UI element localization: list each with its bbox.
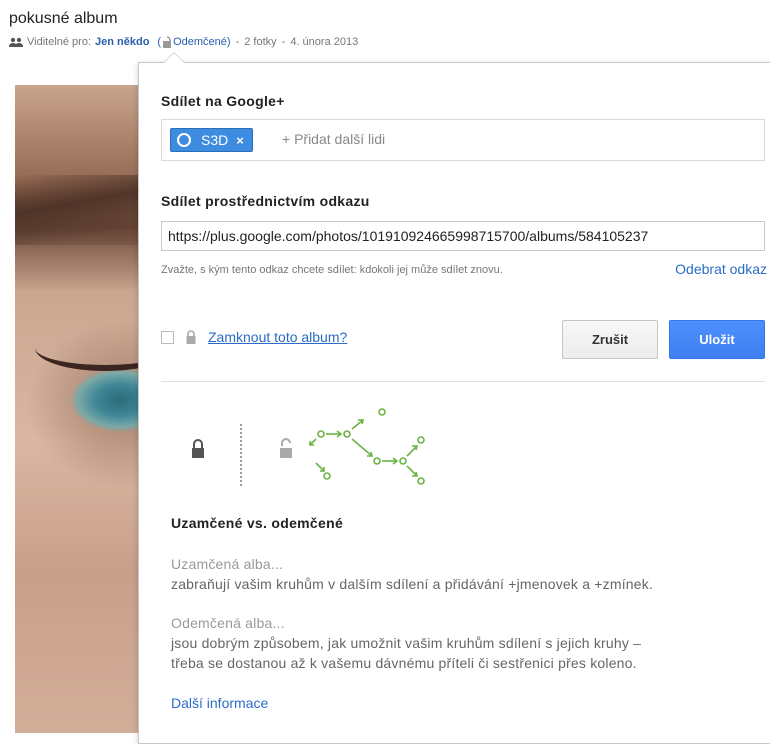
lock-checkbox[interactable] xyxy=(161,330,174,344)
share-link-field[interactable] xyxy=(161,221,765,251)
visible-for-link[interactable]: Jen někdo xyxy=(95,36,149,48)
lock-diagram xyxy=(192,408,425,488)
section-divider xyxy=(161,381,765,382)
visible-for-label: Viditelné pro: xyxy=(27,36,92,48)
link-hint: Zvažte, s kým tento odkaz chcete sdílet:… xyxy=(161,264,503,276)
unlocked-text-line-1: jsou dobrým způsobem, jak umožnit vašim … xyxy=(171,635,642,651)
album-meta: Viditelné pro: Jen někdo ( Odemčené ) - … xyxy=(9,36,358,48)
unlocked-heading: Odemčená alba... xyxy=(171,615,285,631)
photo-count: 2 fotky xyxy=(244,36,277,48)
unlocked-lock-icon xyxy=(280,438,292,458)
lock-icon xyxy=(186,330,196,344)
lock-album-link[interactable]: Zamknout toto album? xyxy=(208,329,347,345)
people-icon xyxy=(9,37,23,47)
album-title: pokusné album xyxy=(9,10,118,27)
locked-description: Uzamčená alba... zabraňují vašim kruhům … xyxy=(171,554,770,594)
add-people-input[interactable] xyxy=(282,131,582,147)
unlocked-text-line-2: třeba se dostanou až k vašemu dávnému př… xyxy=(171,655,637,671)
remove-link-button[interactable]: Odebrat odkaz xyxy=(675,261,767,277)
chip-remove-icon[interactable]: × xyxy=(236,133,244,148)
unlock-icon xyxy=(163,36,172,48)
locked-heading: Uzamčená alba... xyxy=(171,556,284,572)
compare-heading: Uzamčené vs. odemčené xyxy=(171,515,344,531)
unlocked-description: Odemčená alba... jsou dobrým způsobem, j… xyxy=(171,613,770,673)
album-date: 4. února 2013 xyxy=(290,36,359,48)
locked-text: zabraňují vašim kruhům v dalším sdílení … xyxy=(171,576,654,592)
share-heading: Sdílet na Google+ xyxy=(161,93,285,109)
chip-label: S3D xyxy=(201,132,229,148)
locked-lock-icon xyxy=(192,439,204,458)
people-picker[interactable]: S3D × xyxy=(161,119,765,161)
lock-status-link[interactable]: Odemčené xyxy=(173,36,227,48)
separator: - xyxy=(235,36,240,48)
circle-chip[interactable]: S3D × xyxy=(170,128,253,152)
lock-album-row: Zamknout toto album? xyxy=(161,329,347,345)
separator: - xyxy=(281,36,286,48)
sharing-network-icon xyxy=(309,408,425,485)
share-popup: Sdílet na Google+ S3D × Sdílet prostředn… xyxy=(138,52,770,744)
save-button[interactable]: Uložit xyxy=(669,320,765,359)
paren-close: ) xyxy=(226,36,231,48)
popup-caret xyxy=(163,52,185,63)
more-info-link[interactable]: Další informace xyxy=(171,695,268,711)
cancel-button[interactable]: Zrušit xyxy=(562,320,658,359)
paren-open: ( xyxy=(157,36,162,48)
link-heading: Sdílet prostřednictvím odkazu xyxy=(161,193,370,209)
circle-icon xyxy=(177,133,191,147)
